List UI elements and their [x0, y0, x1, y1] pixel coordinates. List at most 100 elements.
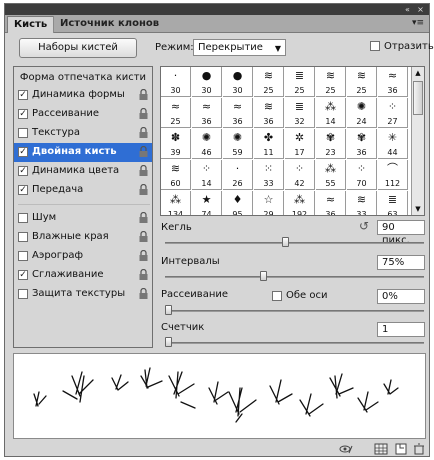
scatter-field[interactable]: 0%: [377, 289, 425, 304]
settings-item[interactable]: ✓ Передача: [14, 181, 152, 200]
collapse-icon[interactable]: «: [403, 5, 412, 14]
eye-brush-icon[interactable]: [339, 443, 353, 455]
both-axes-checkbox[interactable]: [272, 291, 282, 301]
settings-item[interactable]: Защита текстуры: [14, 285, 152, 304]
size-field[interactable]: 90 пикс.: [377, 220, 425, 246]
settings-item-checkbox[interactable]: [18, 289, 28, 299]
tab-brush[interactable]: Кисть: [7, 16, 55, 33]
brush-tip-cell[interactable]: ✲ 17: [285, 129, 315, 159]
brush-tip-cell[interactable]: ⁘ 27: [378, 98, 408, 128]
brush-tip-cell[interactable]: ≋ 25: [254, 67, 284, 97]
settings-item[interactable]: ✓ Динамика цвета: [14, 162, 152, 181]
brush-tip-cell[interactable]: ⁂ 192: [285, 191, 315, 215]
brush-tip-cell[interactable]: ≣ 63: [378, 191, 408, 215]
lock-icon[interactable]: [138, 146, 149, 158]
settings-item[interactable]: ✓ Сглаживание: [14, 266, 152, 285]
brush-tip-cell[interactable]: · 26: [223, 160, 253, 190]
brush-tip-cell[interactable]: ⁂ 14: [316, 98, 346, 128]
brush-tip-cell[interactable]: ⁘ 42: [285, 160, 315, 190]
settings-item-checkbox[interactable]: [18, 213, 28, 223]
brush-tip-cell[interactable]: ⁘ 14: [192, 160, 222, 190]
brush-presets-button[interactable]: Наборы кистей: [19, 38, 137, 58]
lock-icon[interactable]: [138, 165, 149, 177]
settings-item-checkbox[interactable]: [18, 128, 28, 138]
settings-item[interactable]: ✓ Рассеивание: [14, 105, 152, 124]
scroll-thumb[interactable]: [413, 81, 423, 115]
brush-tip-cell[interactable]: ≋ 25: [347, 67, 377, 97]
lock-icon[interactable]: [138, 89, 149, 101]
settings-item-checkbox[interactable]: ✓: [18, 166, 28, 176]
brush-tip-cell[interactable]: ♦ 95: [223, 191, 253, 215]
settings-item-checkbox[interactable]: ✓: [18, 185, 28, 195]
lock-icon[interactable]: [138, 108, 149, 120]
brush-tip-cell[interactable]: ★ 74: [192, 191, 222, 215]
brush-tip-cell[interactable]: ≣ 32: [285, 98, 315, 128]
settings-item[interactable]: ✓ Динамика формы: [14, 86, 152, 105]
flip-checkbox[interactable]: [370, 41, 380, 51]
settings-item[interactable]: Шум: [14, 209, 152, 228]
size-slider-thumb[interactable]: [282, 237, 290, 247]
reset-size-icon[interactable]: ↺: [359, 220, 372, 233]
settings-item-checkbox[interactable]: ✓: [18, 147, 28, 157]
brush-tip-cell[interactable]: ✺ 46: [192, 129, 222, 159]
spacing-field[interactable]: 75%: [377, 255, 425, 270]
settings-item[interactable]: ✓ Двойная кисть: [14, 143, 152, 162]
grid-icon[interactable]: [374, 443, 388, 455]
trash-icon[interactable]: [412, 443, 426, 455]
panel-menu-icon[interactable]: ▾≡: [411, 17, 425, 30]
brush-tip-cell[interactable]: ≈36: [316, 191, 346, 215]
brush-tip-cell[interactable]: ≋ 60: [161, 160, 191, 190]
close-icon[interactable]: ×: [416, 5, 425, 14]
brush-tip-cell[interactable]: · 30: [161, 67, 191, 97]
brush-tip-cell[interactable]: ≋ 36: [254, 98, 284, 128]
size-slider-track[interactable]: [165, 242, 424, 244]
brush-tip-cell[interactable]: ⁙ 33: [254, 160, 284, 190]
lock-icon[interactable]: [138, 288, 149, 300]
lock-icon[interactable]: [138, 127, 149, 139]
mode-select[interactable]: Перекрытие ▼: [193, 39, 286, 56]
brush-tip-cell[interactable]: ✾ 36: [347, 129, 377, 159]
settings-item-checkbox[interactable]: ✓: [18, 270, 28, 280]
brush-tip-cell[interactable]: ⁘ 70: [347, 160, 377, 190]
brush-tip-cell[interactable]: ≋ 25: [316, 67, 346, 97]
brush-tip-cell[interactable]: ✺ 59: [223, 129, 253, 159]
brush-tip-cell[interactable]: ⌒ 112: [378, 160, 408, 190]
brush-tip-cell[interactable]: ≈36: [192, 98, 222, 128]
settings-item-checkbox[interactable]: ✓: [18, 109, 28, 119]
brush-tip-cell[interactable]: ≈36: [223, 98, 253, 128]
brush-tip-cell[interactable]: ● 30: [223, 67, 253, 97]
scroll-up-icon[interactable]: ▲: [413, 68, 423, 78]
brush-tip-cell[interactable]: ✺ 24: [347, 98, 377, 128]
brush-tip-cell[interactable]: ≣ 25: [285, 67, 315, 97]
spacing-slider-track[interactable]: [165, 276, 424, 278]
settings-item-checkbox[interactable]: [18, 232, 28, 242]
scroll-down-icon[interactable]: ▼: [413, 204, 423, 214]
settings-item-checkbox[interactable]: [18, 251, 28, 261]
brush-tip-cell[interactable]: ≋ 33: [347, 191, 377, 215]
brush-tip-shape-header[interactable]: Форма отпечатка кисти: [14, 72, 152, 83]
spacing-slider-thumb[interactable]: [259, 271, 267, 281]
scatter-slider-thumb[interactable]: [165, 305, 172, 315]
tab-clone-source[interactable]: Источник клонов: [53, 16, 165, 33]
brush-tip-cell[interactable]: ✾ 23: [316, 129, 346, 159]
settings-item[interactable]: Влажные края: [14, 228, 152, 247]
new-preset-icon[interactable]: [394, 443, 408, 455]
brush-tip-cell[interactable]: ≈36: [378, 67, 408, 97]
lock-icon[interactable]: [138, 184, 149, 196]
count-slider-track[interactable]: [165, 342, 424, 344]
brush-tip-cell[interactable]: ⁂ 55: [316, 160, 346, 190]
settings-item[interactable]: Аэрограф: [14, 247, 152, 266]
lock-icon[interactable]: [138, 269, 149, 281]
brush-tip-cell[interactable]: ✽ 39: [161, 129, 191, 159]
brush-tip-cell[interactable]: ✤ 11: [254, 129, 284, 159]
count-field[interactable]: 1: [377, 322, 425, 337]
brush-tip-cell[interactable]: ⁂ 134: [161, 191, 191, 215]
scatter-slider-track[interactable]: [165, 310, 424, 312]
lock-icon[interactable]: [138, 212, 149, 224]
settings-item-checkbox[interactable]: ✓: [18, 90, 28, 100]
brush-tip-cell[interactable]: ● 30: [192, 67, 222, 97]
brush-tip-cell[interactable]: ☆ 29: [254, 191, 284, 215]
count-slider-thumb[interactable]: [165, 337, 172, 347]
settings-item[interactable]: Текстура: [14, 124, 152, 143]
brush-grid-scrollbar[interactable]: ▲ ▼: [411, 67, 424, 215]
